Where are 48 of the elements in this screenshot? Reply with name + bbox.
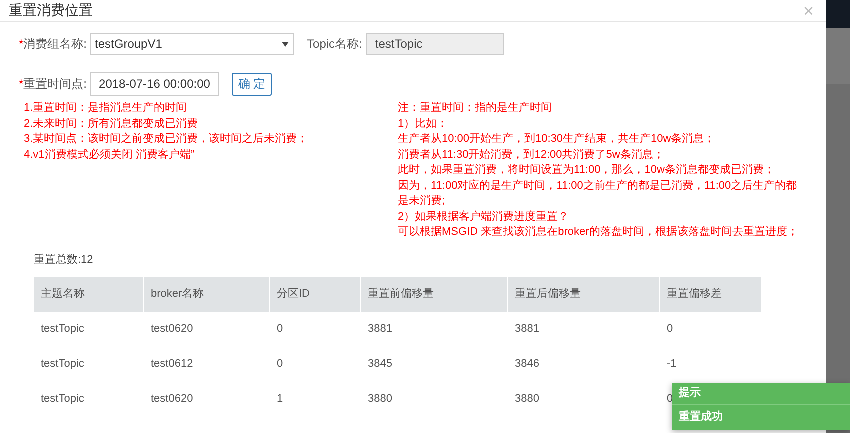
table-cell-text: 3846 — [514, 357, 540, 372]
note-line: 可以根据MSGID 来查找该消息在broker的落盘时间，根据该落盘时间去重置进度； — [398, 225, 798, 240]
note-line: 注：重置时间：指的是生产时间 — [398, 101, 552, 116]
toast-title: 提示 — [672, 383, 850, 405]
confirm-button[interactable]: 确 定 — [232, 72, 272, 96]
column-header: 分区ID — [270, 277, 361, 312]
note-line: 因为，11:00对应的是生产时间，11:00之前生产的都是已消费，11:00之后生产的都是未消费; — [398, 178, 798, 209]
note-line: 1.重置时间：是指消息生产的时间 — [24, 101, 188, 116]
table-cell-text: 3881 — [514, 322, 540, 338]
table-cell-text: 3880 — [367, 392, 394, 408]
table-cell-text: test0620 — [150, 392, 194, 408]
note-line: 消费者从11:30开始消费，到12:00共消费了5w条消息； — [398, 148, 664, 162]
table-cell-text: testTopic — [40, 322, 86, 338]
topic-field[interactable]: testTopic — [366, 33, 504, 55]
table-cell-text: 3881 — [367, 322, 394, 338]
toast-message: 重置成功 — [678, 410, 724, 425]
note-line: 1）比如： — [398, 116, 448, 132]
table-cell-text: test0620 — [150, 322, 194, 338]
time-label: *重置时间点: — [19, 76, 88, 93]
table-cell-text: 3845 — [367, 357, 394, 372]
column-header: 主题名称 — [34, 277, 144, 312]
note-line: 3.某时间点：该时间之前变成已消费，该时间之后未消费； — [24, 132, 308, 147]
table-cell-text: test0612 — [150, 357, 194, 372]
note-line: 此时，如果重置消费，将时间设置为11:00，那么，10w条消息都变成已消费； — [398, 163, 775, 178]
dialog-title: 重置消费位置 — [9, 1, 93, 20]
column-header: broker名称 — [144, 277, 270, 312]
table-cell-text: 1 — [276, 392, 284, 408]
table-cell-text: -1 — [666, 357, 678, 372]
caret-icon — [282, 42, 290, 46]
time-field[interactable]: 2018-07-16 00:00:00 — [90, 72, 220, 96]
column-header: 重置前偏移量 — [361, 277, 508, 312]
note-line: 4.v1消费模式必须关闭 消费客户端” — [24, 148, 195, 162]
table-cell-text: testTopic — [40, 357, 86, 372]
topic-label: Topic名称: — [307, 36, 362, 53]
table-cell-text: 0 — [276, 357, 284, 372]
note-line: 2）如果根据客户端消费进度重置？ — [398, 210, 570, 224]
table-cell-text: 3880 — [514, 392, 540, 408]
column-header: 重置偏移差 — [660, 277, 762, 312]
column-header: 重置后偏移量 — [508, 277, 660, 312]
reset-total: 重置总数:12 — [34, 252, 94, 268]
table-cell-text: testTopic — [40, 392, 86, 408]
header-bar — [826, 0, 850, 28]
note-line: 2.未来时间：所有消息都变成已消费 — [24, 116, 198, 132]
table-cell-text: 0 — [276, 322, 284, 338]
group-label: *消费组名称: — [19, 36, 88, 53]
table-cell-text: 0 — [666, 322, 674, 338]
group-select[interactable]: testGroupV1 — [90, 33, 294, 55]
note-line: 生产者从10:00开始生产，到10:30生产结束，共生产10w条消息； — [398, 132, 716, 147]
